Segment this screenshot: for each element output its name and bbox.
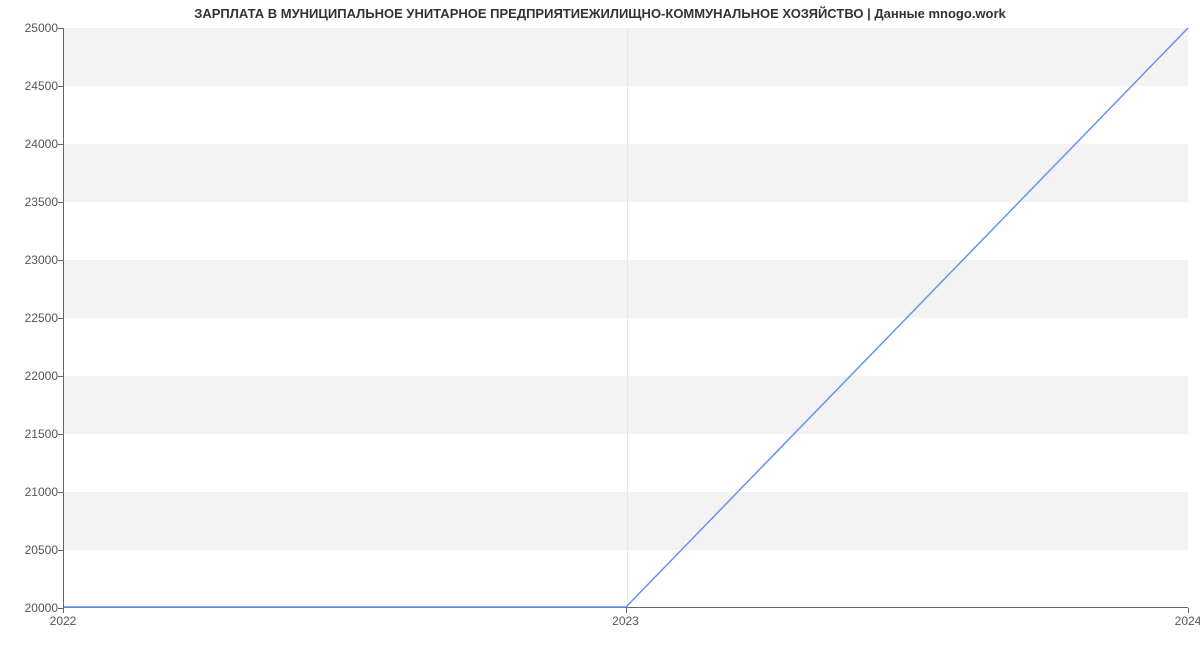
series-line <box>64 28 1188 607</box>
y-tick-label: 25000 <box>8 21 58 35</box>
y-tick-label: 24000 <box>8 137 58 151</box>
chart-container: ЗАРПЛАТА В МУНИЦИПАЛЬНОЕ УНИТАРНОЕ ПРЕДП… <box>0 0 1200 650</box>
y-tick-mark <box>58 202 63 203</box>
y-tick-mark <box>58 86 63 87</box>
x-tick-label: 2024 <box>1175 614 1200 628</box>
line-series <box>64 28 1188 607</box>
y-tick-mark <box>58 550 63 551</box>
chart-title: ЗАРПЛАТА В МУНИЦИПАЛЬНОЕ УНИТАРНОЕ ПРЕДП… <box>0 6 1200 21</box>
y-tick-label: 20000 <box>8 601 58 615</box>
y-tick-mark <box>58 376 63 377</box>
y-tick-mark <box>58 144 63 145</box>
x-tick-mark <box>1188 608 1189 613</box>
y-tick-label: 21000 <box>8 485 58 499</box>
y-tick-label: 24500 <box>8 79 58 93</box>
y-tick-mark <box>58 260 63 261</box>
y-tick-label: 23500 <box>8 195 58 209</box>
x-tick-label: 2022 <box>50 614 77 628</box>
y-tick-label: 23000 <box>8 253 58 267</box>
y-tick-label: 21500 <box>8 427 58 441</box>
plot-area <box>63 28 1188 608</box>
y-tick-label: 20500 <box>8 543 58 557</box>
y-tick-mark <box>58 434 63 435</box>
y-tick-mark <box>58 28 63 29</box>
y-tick-label: 22500 <box>8 311 58 325</box>
y-tick-label: 22000 <box>8 369 58 383</box>
x-tick-mark <box>626 608 627 613</box>
x-tick-label: 2023 <box>612 614 639 628</box>
y-tick-mark <box>58 318 63 319</box>
x-tick-mark <box>63 608 64 613</box>
y-tick-mark <box>58 492 63 493</box>
